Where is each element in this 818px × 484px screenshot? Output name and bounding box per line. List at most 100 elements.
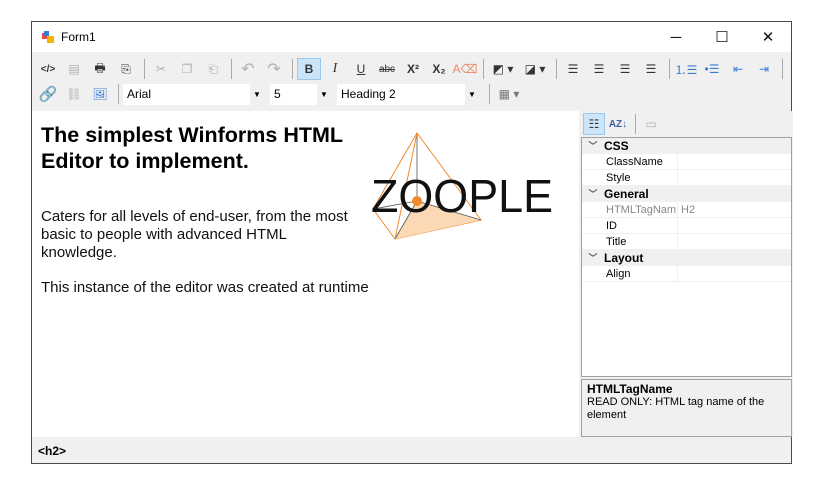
separator [635, 114, 636, 134]
separator [489, 84, 490, 104]
property-grid-panel: ☷ AZ↓ ▭ ﹀ CSS ClassName Style ﹀ General HT… [581, 111, 793, 437]
view-source-icon[interactable]: </> [36, 58, 60, 80]
print-preview-icon[interactable]: ⎘ [114, 58, 138, 80]
editor-paragraph-1: Caters for all levels of end-user, from … [41, 208, 348, 261]
chevron-down-icon[interactable]: ▼ [465, 83, 479, 105]
property-value[interactable] [678, 234, 681, 249]
separator [556, 59, 557, 79]
strikethrough-button[interactable]: abc [375, 58, 399, 80]
bold-button[interactable]: B [297, 58, 321, 80]
property-value[interactable] [678, 218, 681, 233]
backcolor-dropdown-icon[interactable]: ◪ ▾ [520, 58, 550, 80]
category-label: Layout [604, 251, 644, 265]
minimize-button[interactable]: ─ [653, 22, 699, 52]
description-text: READ ONLY: HTML tag name of the element [587, 396, 765, 421]
paste-icon[interactable]: ⎗ [201, 58, 225, 80]
property-description: HTMLTagName READ ONLY: HTML tag name of … [581, 379, 792, 437]
justify-icon[interactable]: ☰ [639, 58, 663, 80]
category-label: CSS [604, 139, 629, 153]
underline-button[interactable]: U [349, 58, 373, 80]
category-layout[interactable]: ﹀ Layout [582, 250, 791, 266]
table-properties-icon[interactable]: ▤ [62, 58, 86, 80]
property-key: Style [605, 170, 678, 185]
insert-link-icon[interactable]: 🔗 [36, 83, 60, 105]
toolbar-row-1: </> ▤ 🖶 ⎘ ✂ ❐ ⎗ ↶ ↷ B I U abc X² X₂ A⌫ ◩… [36, 57, 787, 81]
property-pages-icon[interactable]: ▭ [640, 113, 662, 135]
cut-icon[interactable]: ✂ [149, 58, 173, 80]
insert-image-icon[interactable]: 🖼 [88, 83, 112, 105]
chevron-down-icon[interactable]: ﹀ [582, 138, 604, 153]
property-key: Align [605, 266, 678, 281]
current-tag: <h2> [38, 444, 67, 458]
property-row[interactable]: Title [582, 234, 791, 250]
editor-paragraph-2: This instance of the editor was created … [41, 279, 369, 296]
subscript-button[interactable]: X₂ [427, 58, 451, 80]
property-value[interactable] [678, 266, 681, 281]
forecolor-dropdown-icon[interactable]: ◩ ▾ [488, 58, 518, 80]
chevron-down-icon[interactable]: ▼ [317, 83, 331, 105]
format-value: Heading 2 [341, 87, 396, 101]
property-row[interactable]: ID [582, 218, 791, 234]
description-title: HTMLTagName [587, 382, 673, 396]
remove-link-icon[interactable]: ⛓ [62, 83, 86, 105]
category-css[interactable]: ﹀ CSS [582, 138, 791, 154]
font-size-value: 5 [274, 87, 281, 101]
property-key: Title [605, 234, 678, 249]
clear-format-icon[interactable]: A⌫ [453, 58, 478, 80]
indent-icon[interactable]: ⇥ [752, 58, 776, 80]
separator [292, 59, 293, 79]
app-icon [42, 31, 54, 43]
categorized-icon[interactable]: ☷ [583, 113, 605, 135]
category-label: General [604, 187, 649, 201]
chevron-down-icon[interactable]: ﹀ [582, 186, 604, 201]
property-row[interactable]: Style [582, 170, 791, 186]
property-row[interactable]: ClassName [582, 154, 791, 170]
sort-alphabetical-icon[interactable]: AZ↓ [607, 113, 629, 135]
property-key: HTMLTagNam [606, 202, 678, 217]
property-row[interactable]: HTMLTagNam H2 [582, 202, 791, 218]
align-left-icon[interactable]: ☰ [561, 58, 585, 80]
property-key: ID [605, 218, 678, 233]
font-select[interactable]: Arial ▼ [123, 83, 264, 105]
superscript-button[interactable]: X² [401, 58, 425, 80]
separator [782, 59, 783, 79]
numbered-list-icon[interactable]: ⒈☰ [674, 58, 698, 80]
separator [483, 59, 484, 79]
title-bar: Form1 ─ ☐ ✕ [32, 22, 791, 52]
html-editor-area[interactable]: The simplest Winforms HTML Editor to imp… [32, 111, 579, 437]
category-general[interactable]: ﹀ General [582, 186, 791, 202]
property-key: ClassName [605, 154, 678, 169]
font-size-select[interactable]: 5 ▼ [270, 83, 331, 105]
property-value: H2 [681, 204, 696, 216]
font-value: Arial [127, 87, 152, 101]
separator [144, 59, 145, 79]
chevron-down-icon[interactable]: ▼ [250, 83, 264, 105]
separator [231, 59, 232, 79]
bullet-list-icon[interactable]: •☰ [700, 58, 724, 80]
chevron-down-icon[interactable]: ﹀ [582, 250, 604, 265]
logo-text: ZOOPLE [371, 170, 553, 222]
close-button[interactable]: ✕ [745, 22, 791, 52]
redo-icon[interactable]: ↷ [262, 58, 286, 80]
insert-table-dropdown-icon[interactable]: ▦ ▾ [494, 83, 524, 105]
align-right-icon[interactable]: ☰ [613, 58, 637, 80]
property-value[interactable] [678, 154, 681, 169]
format-select[interactable]: Heading 2 ▼ [337, 83, 479, 105]
print-icon[interactable]: 🖶 [88, 58, 112, 80]
toolbar-row-2: 🔗 ⛓ 🖼 Arial ▼ 5 ▼ Heading 2 ▼ ▦ ▾ [36, 82, 526, 106]
property-toolbar: ☷ AZ↓ ▭ [581, 111, 793, 137]
maximize-button[interactable]: ☐ [699, 22, 745, 52]
zoople-logo: ZOOPLE [371, 132, 553, 240]
status-bar: <h2> [32, 438, 791, 464]
editor-heading: The simplest Winforms HTML Editor to imp… [41, 123, 343, 173]
window-title: Form1 [61, 30, 96, 44]
outdent-icon[interactable]: ⇤ [726, 58, 750, 80]
property-value[interactable] [678, 170, 681, 185]
app-window: Form1 ─ ☐ ✕ </> ▤ 🖶 ⎘ ✂ ❐ ⎗ ↶ ↷ B I U ab… [31, 21, 793, 464]
align-center-icon[interactable]: ☰ [587, 58, 611, 80]
italic-button[interactable]: I [323, 58, 347, 80]
property-row[interactable]: Align [582, 266, 791, 282]
undo-icon[interactable]: ↶ [236, 58, 260, 80]
copy-icon[interactable]: ❐ [175, 58, 199, 80]
property-grid[interactable]: ﹀ CSS ClassName Style ﹀ General HTMLTagNam… [581, 137, 792, 377]
